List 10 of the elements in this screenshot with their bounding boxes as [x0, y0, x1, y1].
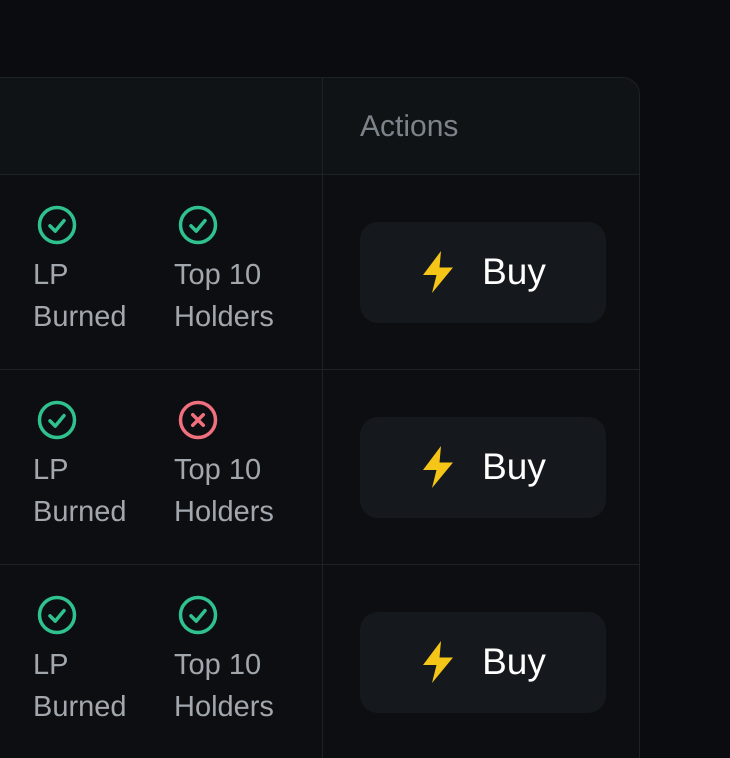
buy-button[interactable]: Buy: [360, 416, 606, 518]
check-label: LP Burned: [33, 258, 128, 335]
check-label: LP Burned: [33, 648, 128, 725]
buy-button[interactable]: Buy: [360, 222, 606, 322]
check-label: Top 10 Holders: [174, 258, 275, 335]
check-label: Top 10 Holders: [174, 648, 275, 725]
check-label: Top 10 Holders: [174, 453, 275, 530]
buy-button[interactable]: Buy: [360, 612, 606, 712]
column-header: Actions: [360, 108, 458, 144]
check-label: LP Burned: [33, 453, 128, 530]
